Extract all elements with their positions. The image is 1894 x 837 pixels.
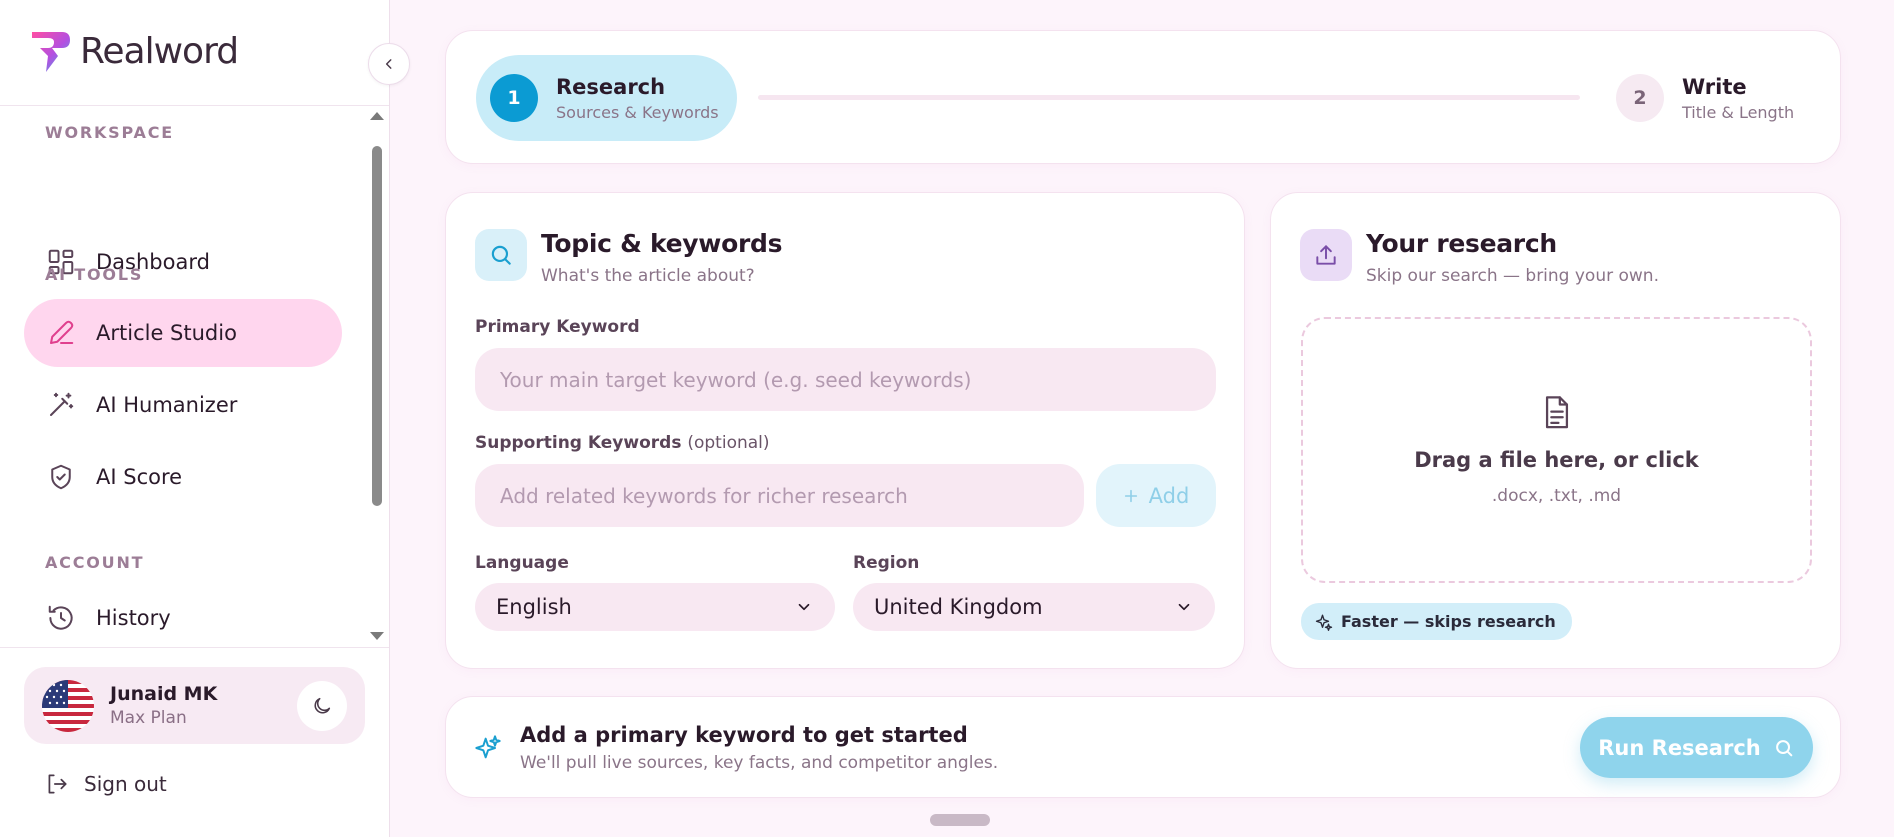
search-icon-tile (475, 229, 527, 281)
sidebar: Realword WORKSPACE Dashboard AI TOOLS Ar… (0, 0, 390, 837)
bottom-drag-handle[interactable] (930, 814, 990, 826)
supporting-keywords-label: Supporting Keywords (optional) (475, 433, 770, 453)
add-keyword-button[interactable]: Add (1096, 464, 1216, 527)
section-label-ai-tools: AI TOOLS (45, 265, 144, 284)
topic-keywords-card: Topic & keywords What's the article abou… (445, 192, 1245, 669)
moon-icon (314, 697, 331, 714)
sidebar-item-ai-score[interactable]: AI Score (24, 443, 342, 511)
logout-icon (48, 774, 67, 794)
run-research-label: Run Research (1598, 735, 1761, 760)
document-icon (1545, 396, 1568, 429)
step-research[interactable]: 1 Research Sources & Keywords (476, 55, 737, 141)
chevron-left-icon (385, 59, 392, 69)
sidebar-item-ai-humanizer[interactable]: AI Humanizer (24, 371, 342, 439)
card-title: Your research (1366, 229, 1557, 258)
step-subtitle: Title & Length (1682, 102, 1795, 122)
sidebar-item-label: AI Score (96, 465, 183, 489)
history-icon (48, 605, 73, 630)
sidebar-item-label: Article Studio (96, 321, 237, 345)
faster-badge-label: Faster — skips research (1341, 612, 1556, 631)
optional-tag: (optional) (687, 433, 770, 453)
card-subtitle: What's the article about? (541, 266, 755, 286)
primary-keyword-label: Primary Keyword (475, 317, 640, 337)
section-label-account: ACCOUNT (45, 553, 145, 572)
shield-check-icon (51, 464, 71, 490)
step-title: Write (1682, 74, 1747, 99)
supporting-keywords-input[interactable]: Add related keywords for richer research (475, 464, 1084, 527)
app-name: Realword (80, 30, 239, 72)
step-number: 1 (490, 74, 538, 122)
sparkles-icon (475, 735, 501, 759)
theme-toggle-button[interactable] (297, 681, 347, 731)
us-flag-icon (42, 679, 94, 732)
sidebar-item-article-studio[interactable]: Article Studio (24, 299, 342, 367)
region-label: Region (853, 553, 920, 573)
step-progress-line (758, 95, 1580, 100)
sidebar-scrollbar[interactable] (369, 106, 385, 646)
sidebar-divider (0, 647, 389, 648)
sidebar-item-history[interactable]: History (24, 584, 342, 646)
scroll-thumb[interactable] (372, 146, 382, 506)
faster-badge: Faster — skips research (1301, 603, 1572, 640)
step-subtitle: Sources & Keywords (556, 102, 719, 122)
plus-icon (1124, 489, 1137, 502)
cta-subtitle: We'll pull live sources, key facts, and … (520, 753, 999, 773)
user-name: Junaid MK (110, 683, 218, 705)
scroll-down-arrow-icon[interactable] (370, 632, 384, 640)
sidebar-nav: WORKSPACE Dashboard AI TOOLS Article Stu… (0, 106, 389, 646)
search-icon (1775, 739, 1793, 756)
section-label-workspace: WORKSPACE (45, 123, 175, 142)
run-research-button[interactable]: Run Research (1580, 717, 1813, 778)
chevron-down-icon (1178, 603, 1190, 611)
stepper: 1 Research Sources & Keywords 2 Write Ti… (445, 30, 1841, 164)
language-value: English (496, 595, 572, 619)
sign-out-button[interactable]: Sign out (44, 771, 167, 797)
sign-out-label: Sign out (84, 772, 167, 796)
file-dropzone[interactable]: Drag a file here, or click .docx, .txt, … (1301, 317, 1812, 583)
region-value: United Kingdom (874, 595, 1043, 619)
scroll-up-arrow-icon[interactable] (370, 112, 384, 120)
upload-icon-tile (1300, 229, 1352, 281)
cta-card: Add a primary keyword to get started We'… (445, 696, 1841, 798)
your-research-card: Your research Skip our search — bring yo… (1270, 192, 1841, 669)
realword-logo-icon (32, 32, 70, 72)
sparkle-icon (1315, 614, 1333, 631)
language-select[interactable]: English (475, 583, 835, 631)
card-subtitle: Skip our search — bring your own. (1366, 266, 1659, 286)
us-flag-avatar (42, 679, 94, 732)
magic-wand-icon (50, 392, 74, 416)
card-title: Topic & keywords (541, 229, 783, 258)
step-title: Research (556, 74, 666, 99)
supporting-keywords-label-text: Supporting Keywords (475, 433, 682, 453)
chevron-down-icon (798, 603, 810, 611)
user-card[interactable]: Junaid MK Max Plan (24, 667, 365, 744)
language-label: Language (475, 553, 569, 573)
region-select[interactable]: United Kingdom (853, 583, 1215, 631)
dropzone-title: Drag a file here, or click (1414, 448, 1699, 472)
user-plan: Max Plan (110, 708, 187, 728)
upload-icon (1316, 245, 1336, 265)
collapse-sidebar-button[interactable] (368, 43, 410, 85)
pen-icon (50, 320, 74, 344)
step-write[interactable]: 2 Write Title & Length (1616, 55, 1794, 141)
sidebar-item-label: History (96, 606, 171, 630)
search-icon (491, 245, 511, 265)
primary-keyword-input[interactable]: Your main target keyword (e.g. seed keyw… (475, 348, 1216, 411)
dropzone-formats: .docx, .txt, .md (1491, 486, 1622, 506)
sidebar-item-label: AI Humanizer (96, 393, 238, 417)
add-button-label: Add (1148, 483, 1190, 508)
step-number: 2 (1616, 74, 1664, 122)
app-logo[interactable]: Realword (28, 28, 239, 74)
cta-title: Add a primary keyword to get started (520, 723, 968, 747)
sidebar-item-dashboard[interactable]: Dashboard (24, 228, 342, 296)
